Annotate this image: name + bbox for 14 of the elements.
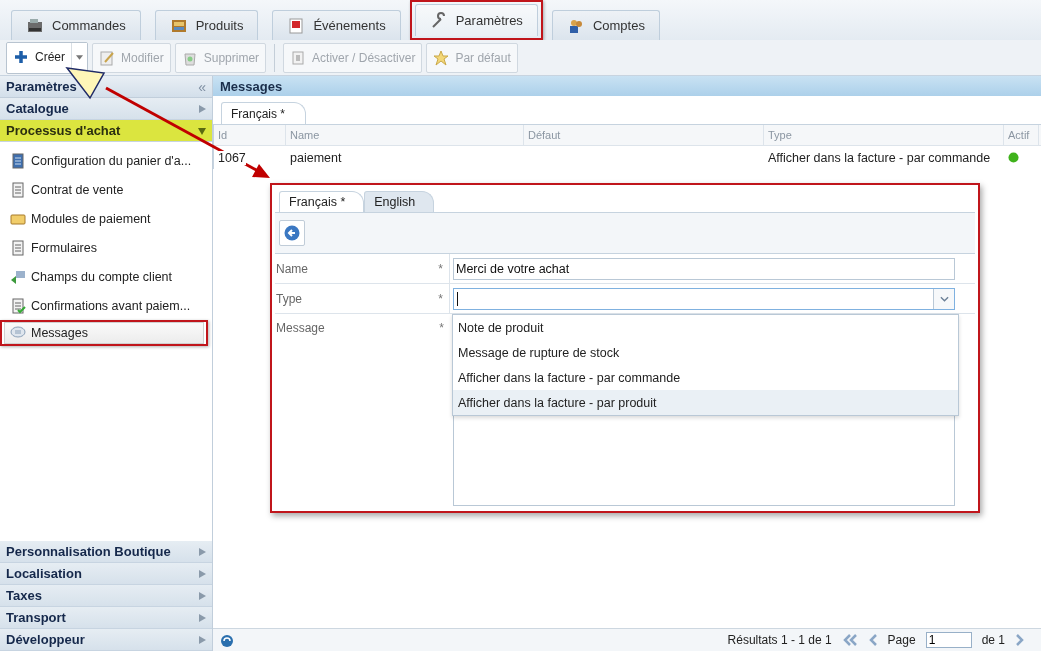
required-asterisk: * [438,261,443,276]
required-asterisk: * [438,291,443,306]
page-total: de 1 [981,633,1005,647]
panel-title: Messages [220,78,283,94]
field-label: Name [276,261,308,276]
table-cell: paiement [290,150,342,165]
sidebar-title: Paramètres [6,79,77,94]
required-asterisk: * [439,321,444,335]
page-label: Page [887,633,916,647]
table-cell: 1067 [218,150,246,165]
field-label: Message [276,321,325,335]
results-summary: Résultats 1 - 1 de 1 [727,633,832,647]
field-label: Type [276,291,302,306]
table-cell: Afficher dans la facture - par commande [768,150,991,165]
